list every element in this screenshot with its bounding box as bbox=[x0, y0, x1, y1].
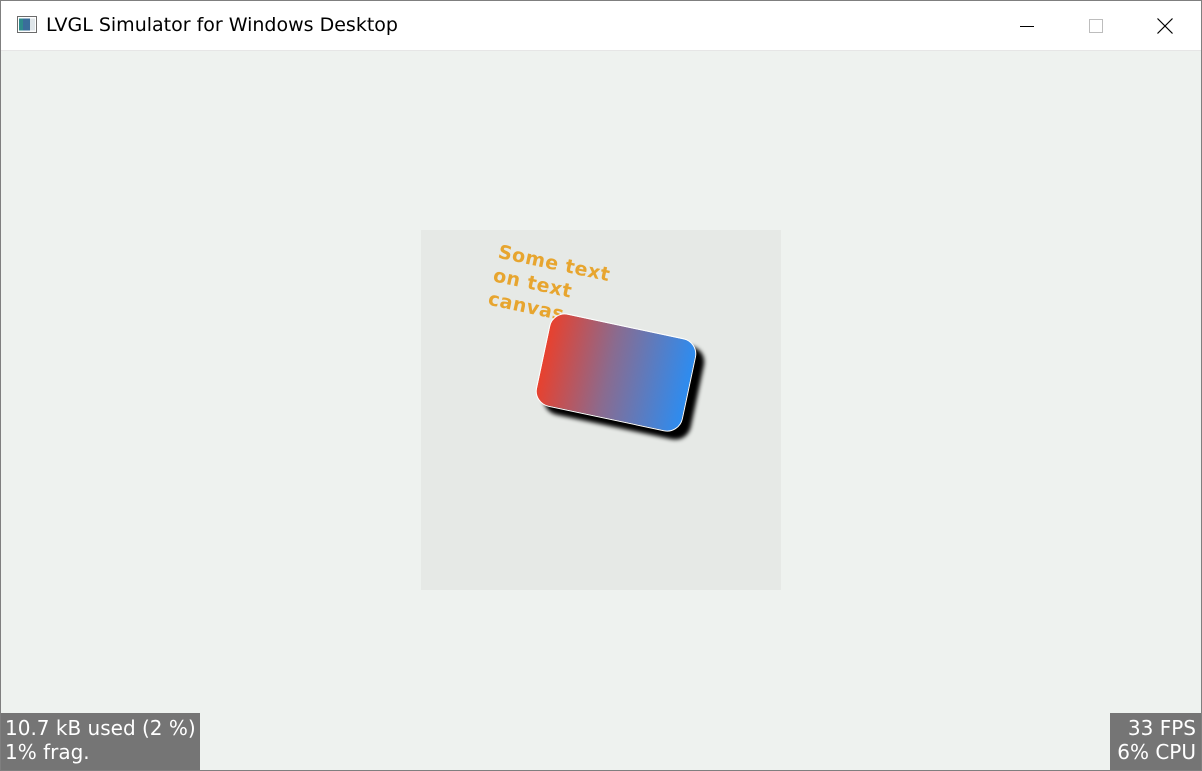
memory-frag-text: 1% frag. bbox=[5, 740, 90, 764]
minimize-button[interactable] bbox=[993, 1, 1061, 50]
gradient-rectangle bbox=[532, 310, 700, 435]
lvgl-screen[interactable]: Some text on text canvas 10.7 kB used (2… bbox=[1, 51, 1201, 770]
performance-monitor: 33 FPS 6% CPU bbox=[1110, 713, 1201, 770]
memory-used-text: 10.7 kB used (2 %) bbox=[5, 716, 196, 740]
lvgl-canvas: Some text on text canvas bbox=[421, 230, 781, 590]
simulator-window: LVGL Simulator for Windows Desktop Some … bbox=[0, 0, 1202, 771]
maximize-button[interactable] bbox=[1062, 1, 1130, 50]
close-icon bbox=[1157, 17, 1173, 34]
window-title: LVGL Simulator for Windows Desktop bbox=[46, 14, 398, 36]
minimize-icon bbox=[1020, 25, 1034, 27]
fps-text: 33 FPS bbox=[1127, 716, 1196, 740]
title-bar[interactable]: LVGL Simulator for Windows Desktop bbox=[1, 1, 1201, 51]
maximize-icon bbox=[1089, 18, 1103, 33]
app-window-icon bbox=[17, 16, 37, 33]
close-button[interactable] bbox=[1131, 1, 1199, 50]
memory-monitor: 10.7 kB used (2 %) 1% frag. bbox=[1, 713, 200, 770]
cpu-text: 6% CPU bbox=[1117, 740, 1196, 764]
